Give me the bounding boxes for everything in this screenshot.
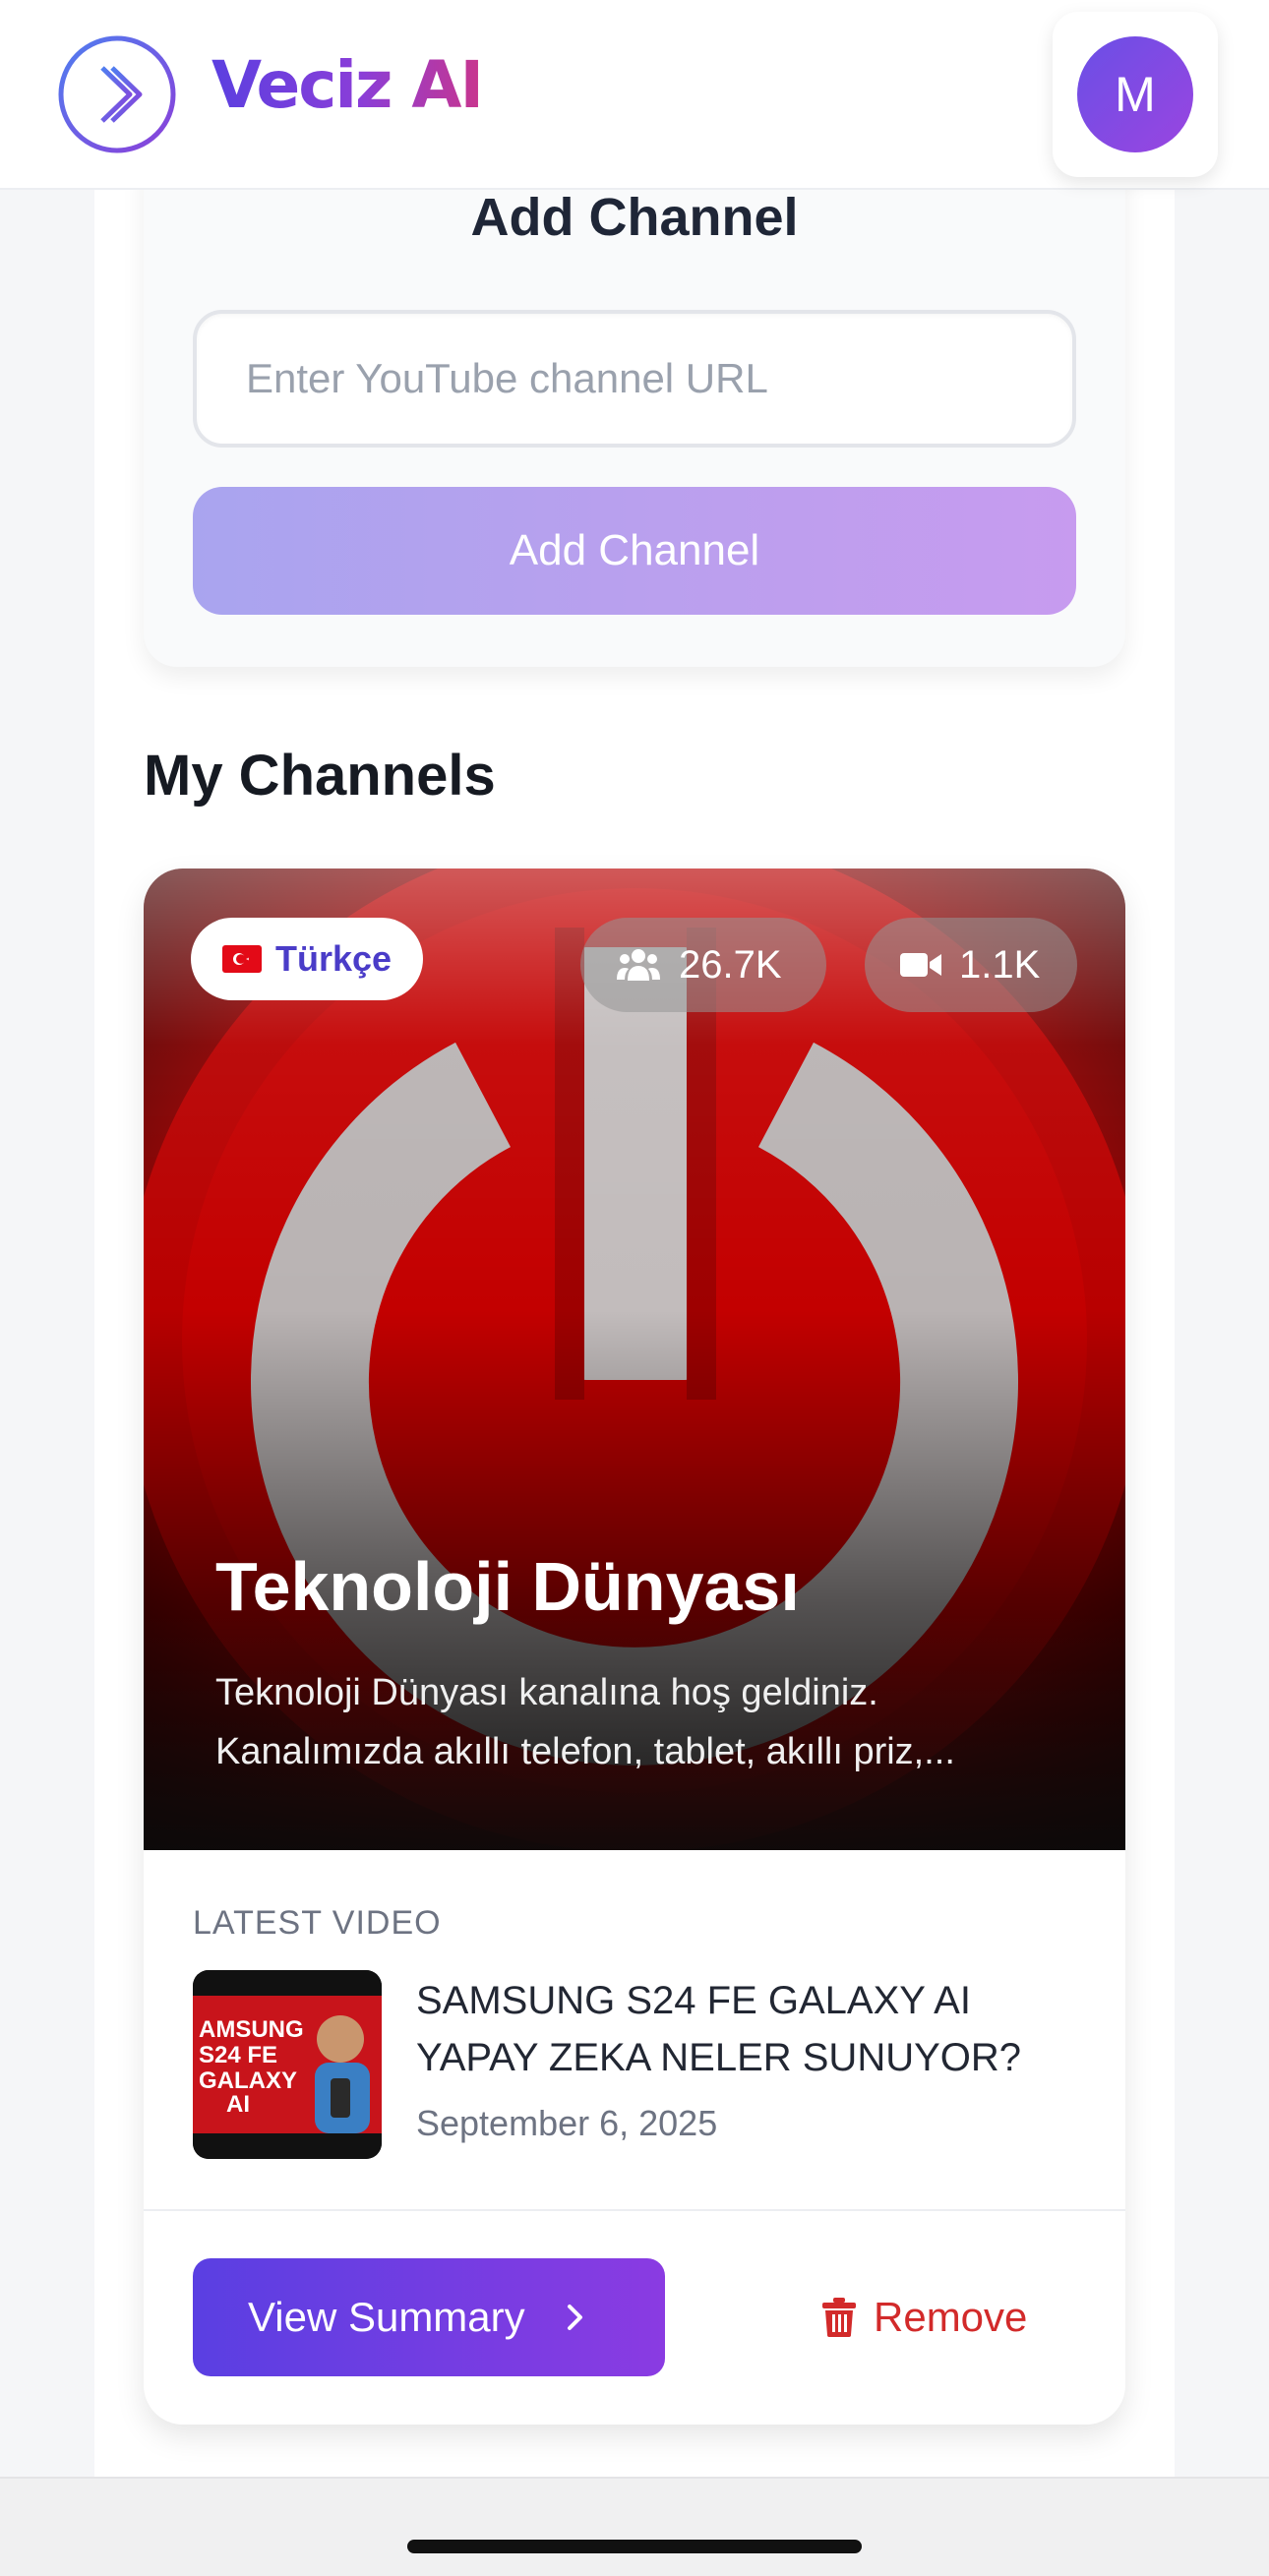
view-summary-button[interactable]: View Summary [193, 2258, 665, 2376]
svg-text:S24 FE: S24 FE [199, 2042, 277, 2068]
latest-video-label: LATEST VIDEO [193, 1904, 442, 1942]
svg-text:GALAXY: GALAXY [199, 2067, 297, 2094]
language-label: Türkçe [275, 938, 393, 979]
bottom-system-bar [0, 2477, 1269, 2576]
card-divider [144, 2209, 1125, 2211]
svg-text:AI: AI [226, 2091, 250, 2118]
add-channel-button[interactable]: Add Channel [193, 487, 1076, 615]
channel-name: Teknoloji Dünyası [215, 1548, 800, 1625]
latest-video-title[interactable]: SAMSUNG S24 FE GALAXY AI YAPAY ZEKA NELE… [416, 1972, 1095, 2086]
add-channel-card: Add Channel Add Channel [144, 138, 1125, 667]
channel-card[interactable]: Türkçe 26.7K 1.1K Teknoloji Dünyası Tekn… [144, 869, 1125, 2425]
channel-hero-image: Türkçe 26.7K 1.1K Teknoloji Dünyası Tekn… [144, 869, 1125, 1850]
remove-label: Remove [874, 2294, 1028, 2340]
remove-channel-button[interactable]: Remove [822, 2278, 1027, 2357]
videos-badge: 1.1K [865, 918, 1077, 1012]
language-badge: Türkçe [191, 918, 424, 1000]
app-header: Veciz AI M [0, 0, 1269, 190]
latest-video-thumbnail[interactable]: AMSUNG S24 FE GALAXY AI [193, 1970, 382, 2159]
logo-icon[interactable] [57, 34, 177, 154]
channel-description: Teknoloji Dünyası kanalına hoş geldiniz.… [215, 1672, 955, 1772]
view-summary-label: View Summary [248, 2294, 525, 2340]
svg-text:AMSUNG: AMSUNG [199, 2016, 304, 2043]
thumbnail-image: AMSUNG S24 FE GALAXY AI [193, 1970, 382, 2159]
users-icon [617, 949, 660, 981]
add-channel-title: Add Channel [470, 188, 799, 247]
my-channels-title: My Channels [144, 744, 496, 808]
video-camera-icon [900, 953, 941, 977]
channel-url-input[interactable] [193, 310, 1076, 448]
avatar-button[interactable]: M [1053, 12, 1218, 177]
subscriber-count: 26.7K [679, 942, 782, 987]
avatar[interactable]: M [1077, 36, 1193, 152]
app-name: Veciz AI [212, 47, 484, 123]
subscribers-badge: 26.7K [580, 918, 826, 1012]
video-count: 1.1K [959, 942, 1041, 987]
home-indicator[interactable] [407, 2540, 862, 2553]
turkey-flag-icon [222, 945, 262, 973]
trash-icon [822, 2298, 856, 2337]
latest-video-date: September 6, 2025 [416, 2103, 718, 2143]
chevron-right-icon [567, 2305, 582, 2330]
